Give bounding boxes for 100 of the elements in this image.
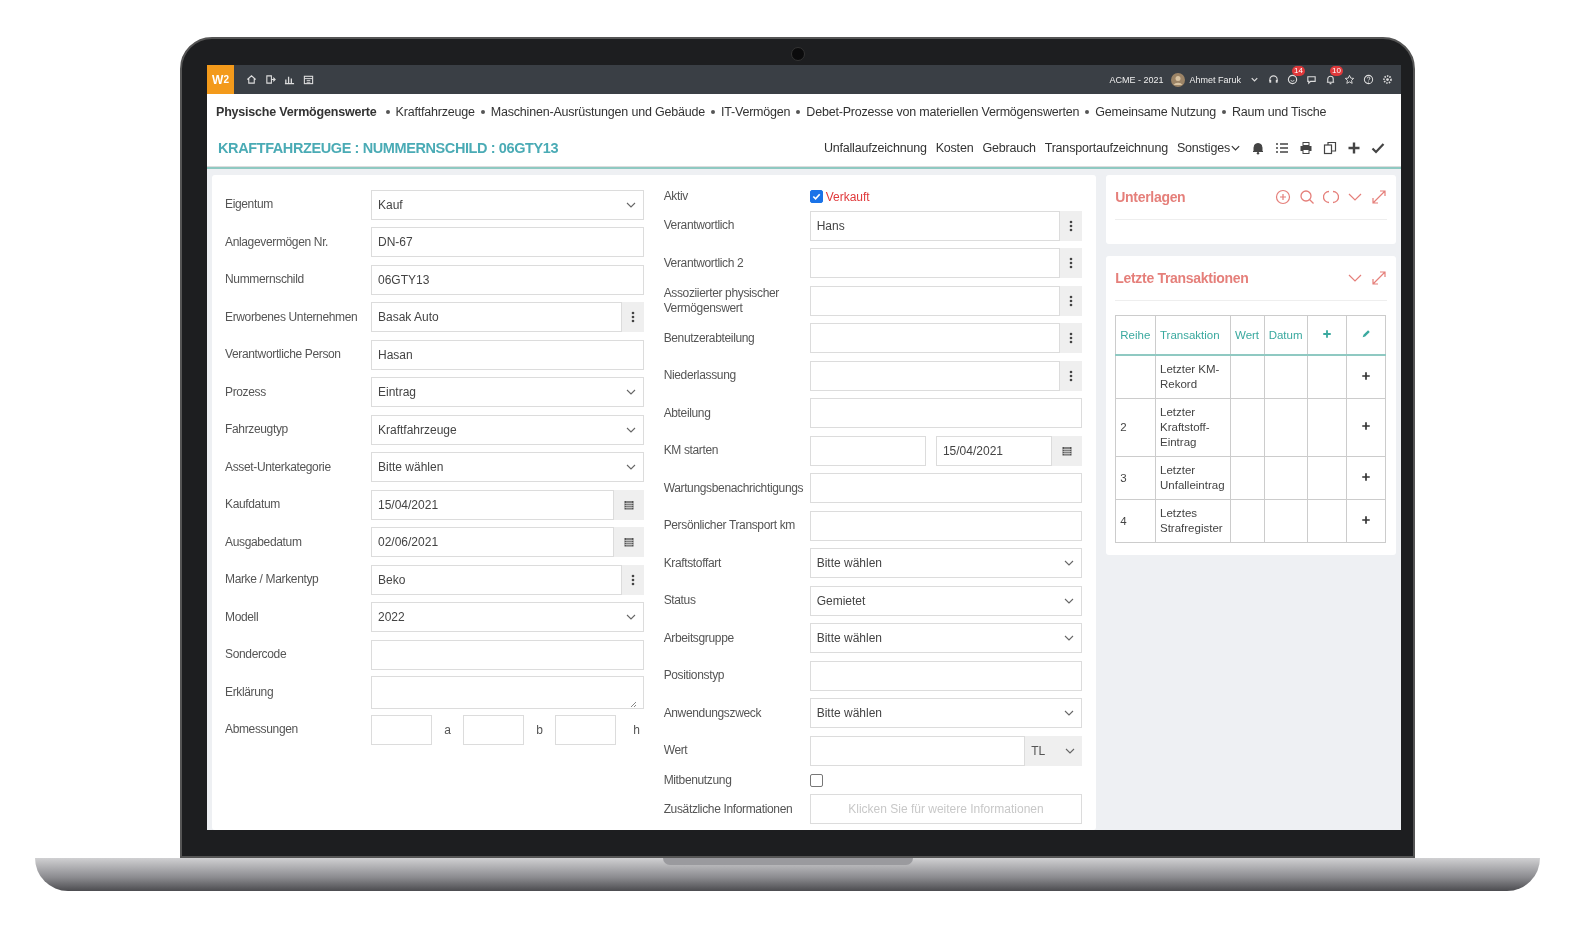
refresh-icon[interactable] (1323, 189, 1339, 205)
field-label: Modell (225, 609, 260, 625)
expand-icon[interactable] (1371, 270, 1387, 286)
lookup-field[interactable] (809, 323, 1061, 354)
check-icon[interactable] (1371, 140, 1385, 155)
nav-tab[interactable]: IT-Vermögen (720, 104, 791, 119)
lookup-field[interactable]: Beko (371, 564, 622, 595)
lookup-field[interactable]: Hans (809, 210, 1061, 241)
text-field[interactable]: Hasan (371, 339, 644, 370)
lookup-field[interactable] (809, 285, 1061, 316)
table-cell: Letzter Kraftstoff-Eintrag (1160, 406, 1210, 448)
value-field[interactable] (809, 735, 1026, 766)
more-button[interactable] (1060, 248, 1083, 279)
nav-tab[interactable]: Gemeinsame Nutzung (1095, 104, 1216, 119)
search-icon[interactable] (1299, 189, 1315, 205)
select-field[interactable]: Bitte wählen (809, 698, 1083, 729)
date-field[interactable]: 15/04/2021 (935, 435, 1053, 466)
more-button[interactable] (621, 564, 644, 595)
checkbox[interactable] (809, 190, 823, 203)
dimension-field[interactable] (463, 714, 524, 745)
field-label: Fahrzeugtyp (225, 422, 289, 438)
field-label: Marke / Markentyp (225, 572, 320, 588)
chat-icon[interactable] (1306, 74, 1317, 85)
field-label: Persönlicher Transport km (663, 518, 796, 534)
lookup-field[interactable] (809, 360, 1061, 391)
nav-tab[interactable]: Physische Vermögenswerte (216, 104, 377, 119)
select-field[interactable]: Gemietet (809, 585, 1083, 616)
select-field[interactable]: Kraftfahrzeuge (371, 414, 644, 445)
action-link[interactable]: Unfallaufzeichnung (823, 140, 927, 155)
select-field[interactable]: Bitte wählen (809, 548, 1083, 579)
field-label: Nummernschild (225, 272, 305, 288)
chart-icon[interactable] (284, 74, 295, 85)
text-field[interactable] (809, 660, 1083, 691)
calendar-button[interactable] (1052, 435, 1083, 466)
headset-icon[interactable] (1268, 74, 1279, 85)
action-link[interactable]: Kosten (935, 140, 974, 155)
copy-icon[interactable] (1323, 140, 1337, 155)
home-icon[interactable] (246, 74, 257, 85)
bell-icon[interactable] (1325, 74, 1336, 85)
add-icon[interactable] (1361, 514, 1372, 525)
user-menu[interactable]: Ahmet Faruk (1189, 74, 1241, 85)
text-field[interactable] (371, 639, 644, 670)
text-field[interactable] (809, 473, 1083, 504)
table-cell: 4 (1120, 514, 1127, 527)
unit-label: h (632, 722, 640, 737)
help-icon[interactable] (1363, 74, 1374, 85)
text-field[interactable]: DN-67 (371, 227, 644, 258)
field-label: Aktiv (663, 189, 689, 204)
calendar-icon[interactable] (303, 74, 314, 85)
expand-icon[interactable] (1371, 189, 1387, 205)
currency-select[interactable]: TL (1025, 735, 1083, 766)
smiley-icon[interactable] (1287, 74, 1298, 85)
action-link[interactable]: Gebrauch (982, 140, 1036, 155)
calendar-button[interactable] (613, 527, 644, 558)
nav-tab[interactable]: Debet-Prozesse von materiellen Vermögenswerten (806, 104, 1080, 119)
nav-tab[interactable]: Raum und Tische (1232, 104, 1327, 119)
dimension-field[interactable] (371, 714, 432, 745)
field-label: Prozess (225, 384, 267, 400)
settings-icon[interactable] (1382, 74, 1393, 85)
more-button[interactable] (1060, 285, 1083, 316)
export-icon[interactable] (265, 74, 276, 85)
resize-icon[interactable] (628, 699, 637, 708)
text-field[interactable] (809, 398, 1083, 429)
column-header: Datum (1264, 315, 1308, 355)
more-button[interactable] (621, 302, 644, 333)
pencil-icon[interactable] (1361, 329, 1372, 339)
avatar[interactable] (1171, 72, 1186, 87)
bell-icon[interactable] (1251, 140, 1265, 155)
more-button[interactable] (1060, 210, 1083, 241)
calendar-button[interactable] (613, 489, 644, 520)
more-button[interactable] (1060, 323, 1083, 354)
list-icon[interactable] (1275, 140, 1289, 155)
nav-tab[interactable]: Kraftfahrzeuge (395, 104, 475, 119)
add-icon[interactable] (1361, 421, 1372, 431)
date-field[interactable]: 02/06/2021 (371, 527, 614, 558)
select-field[interactable]: Eintrag (371, 377, 644, 408)
select-field[interactable]: Bitte wählen (371, 452, 644, 483)
action-link[interactable]: Sonstiges (1176, 140, 1230, 155)
km-field[interactable] (809, 435, 926, 466)
nav-tab[interactable]: Maschinen-Ausrüstungen und Gebäude (490, 104, 705, 119)
field-label: Mitbenutzung (663, 772, 733, 788)
select-field[interactable]: Kauf (371, 189, 644, 220)
dimension-field[interactable] (555, 714, 616, 745)
select-field[interactable]: 2022 (371, 602, 644, 633)
star-icon[interactable] (1344, 74, 1355, 85)
action-link[interactable]: Transportaufzeichnung (1044, 140, 1168, 155)
select-field[interactable]: Bitte wählen (809, 623, 1083, 654)
add-icon[interactable] (1347, 140, 1361, 155)
add-icon[interactable] (1361, 370, 1372, 381)
column-header: Wert (1230, 315, 1265, 355)
text-field[interactable]: 06GTY13 (371, 264, 644, 295)
add-icon[interactable] (1361, 471, 1372, 482)
text-field[interactable] (809, 510, 1083, 541)
lookup-field[interactable] (809, 248, 1061, 279)
print-icon[interactable] (1299, 140, 1313, 155)
date-field[interactable]: 15/04/2021 (371, 489, 614, 520)
lookup-field[interactable]: Basak Auto (371, 302, 622, 333)
field-label: Kraftstoffart (663, 555, 723, 571)
checkbox[interactable] (809, 773, 823, 787)
more-button[interactable] (1060, 360, 1083, 391)
